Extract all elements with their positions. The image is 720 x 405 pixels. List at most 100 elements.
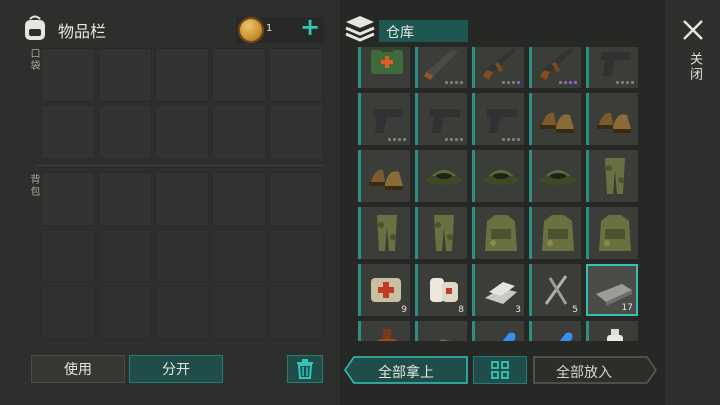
storage-slot-assault-rifle[interactable] <box>472 47 524 88</box>
section-divider <box>36 165 324 166</box>
inventory-slot[interactable] <box>212 229 266 283</box>
storage-slot-leather-boots[interactable] <box>358 150 410 202</box>
bottle-icon <box>377 329 397 341</box>
close-label[interactable]: 关闭 <box>685 52 704 82</box>
storage-slot-iron-bar[interactable]: 17 <box>586 264 638 316</box>
storage-slot-shotgun[interactable] <box>415 47 467 88</box>
trash-button[interactable] <box>287 355 323 383</box>
leather-boots-icon <box>597 112 631 133</box>
inventory-slot[interactable] <box>98 286 152 340</box>
inventory-slot[interactable] <box>155 105 209 159</box>
take-all-label: 全部拿上 <box>378 365 434 381</box>
camo-vest-icon <box>542 215 574 251</box>
cloth-icon <box>439 339 451 341</box>
inventory-slot[interactable] <box>212 105 266 159</box>
blue-crystal-icon <box>559 332 573 341</box>
spray-can-icon <box>607 329 623 341</box>
camo-cap-icon <box>426 170 462 185</box>
inventory-slot[interactable] <box>98 172 152 226</box>
assault-rifle-icon <box>540 48 574 80</box>
inventory-slot[interactable] <box>269 105 323 159</box>
inventory-slot[interactable] <box>269 48 323 102</box>
storage-slot-camo-pants[interactable] <box>358 207 410 259</box>
inventory-slot[interactable] <box>41 229 95 283</box>
coin-icon <box>238 17 264 43</box>
storage-slot-green-medkit[interactable] <box>358 47 410 88</box>
storage-slot-camo-vest[interactable] <box>529 207 581 259</box>
durability-dots <box>559 81 577 84</box>
storage-slot-pistol[interactable] <box>358 93 410 145</box>
storage-slot-camo-vest[interactable] <box>586 207 638 259</box>
storage-slot-bandage[interactable]: 8 <box>415 264 467 316</box>
storage-slot-pistol[interactable] <box>586 47 638 88</box>
camo-pants-icon <box>605 158 625 194</box>
durability-dots <box>388 138 406 141</box>
durability-dots <box>445 81 463 84</box>
item-quantity: 8 <box>458 305 464 315</box>
storage-slot-spray-can[interactable] <box>586 321 638 341</box>
camo-pants-icon <box>377 215 397 251</box>
storage-title: 仓库 <box>386 25 414 41</box>
inventory-slot[interactable] <box>269 286 323 340</box>
camo-pants-icon <box>434 215 454 251</box>
item-quantity: 5 <box>572 305 578 315</box>
green-medkit-icon <box>371 47 403 74</box>
inventory-slot[interactable] <box>41 105 95 159</box>
close-icon[interactable] <box>681 18 705 42</box>
inventory-slot[interactable] <box>155 172 209 226</box>
inventory-slot[interactable] <box>155 286 209 340</box>
storage-slot-bottle[interactable] <box>358 321 410 341</box>
storage-slot-pistol[interactable] <box>472 93 524 145</box>
pistol-icon <box>487 109 517 133</box>
inventory-slot[interactable] <box>98 229 152 283</box>
coin-count: 1 <box>266 23 273 34</box>
storage-slot-camo-pants[interactable] <box>415 207 467 259</box>
inventory-slot[interactable] <box>212 286 266 340</box>
pistol-icon <box>601 52 631 76</box>
inventory-slot[interactable] <box>269 229 323 283</box>
blue-crystal-icon <box>502 332 516 341</box>
pistol-icon <box>373 109 403 133</box>
storage-slot-blue-crystal[interactable] <box>529 321 581 341</box>
item-quantity: 9 <box>401 305 407 315</box>
storage-slot-camo-pants[interactable] <box>586 150 638 202</box>
storage-slot-scrap-metal[interactable]: 3 <box>472 264 524 316</box>
storage-slot-camo-vest[interactable] <box>472 207 524 259</box>
inventory-slot[interactable] <box>155 229 209 283</box>
grid-icon <box>491 361 509 379</box>
storage-slot-camo-cap[interactable] <box>529 150 581 202</box>
storage-grid[interactable]: 9 8 3 5 17 <box>358 47 644 341</box>
storage-slot-blue-crystal[interactable] <box>472 321 524 341</box>
use-button[interactable]: 使用 <box>31 355 125 383</box>
leather-boots-icon <box>369 169 403 190</box>
storage-slot-camo-cap[interactable] <box>472 150 524 202</box>
inventory-slot[interactable] <box>41 48 95 102</box>
inventory-slot[interactable] <box>155 48 209 102</box>
inventory-slot[interactable] <box>212 172 266 226</box>
storage-slot-leather-boots[interactable] <box>586 93 638 145</box>
split-button[interactable]: 分开 <box>129 355 223 383</box>
durability-dots <box>502 138 520 141</box>
storage-slot-nails[interactable]: 5 <box>529 264 581 316</box>
storage-slot-first-aid-bag[interactable]: 9 <box>358 264 410 316</box>
inventory-slot[interactable] <box>269 172 323 226</box>
storage-slot-pistol[interactable] <box>415 93 467 145</box>
backpack-label: 背包 <box>28 174 39 198</box>
storage-slot-leather-boots[interactable] <box>529 93 581 145</box>
plus-icon[interactable]: + <box>300 14 320 40</box>
durability-dots <box>502 81 520 84</box>
stack-icon <box>345 16 375 42</box>
storage-slot-assault-rifle[interactable] <box>529 47 581 88</box>
inventory-slot[interactable] <box>212 48 266 102</box>
storage-slot-camo-cap[interactable] <box>415 150 467 202</box>
pocket-label: 口袋 <box>28 48 39 72</box>
inventory-slot[interactable] <box>98 105 152 159</box>
inventory-slot[interactable] <box>41 286 95 340</box>
storage-slot-cloth[interactable] <box>415 321 467 341</box>
assault-rifle-icon <box>483 48 517 80</box>
camo-cap-icon <box>483 170 519 185</box>
grid-toggle-button[interactable] <box>473 356 527 384</box>
inventory-title: 物品栏 <box>58 22 107 41</box>
inventory-slot[interactable] <box>41 172 95 226</box>
inventory-slot[interactable] <box>98 48 152 102</box>
